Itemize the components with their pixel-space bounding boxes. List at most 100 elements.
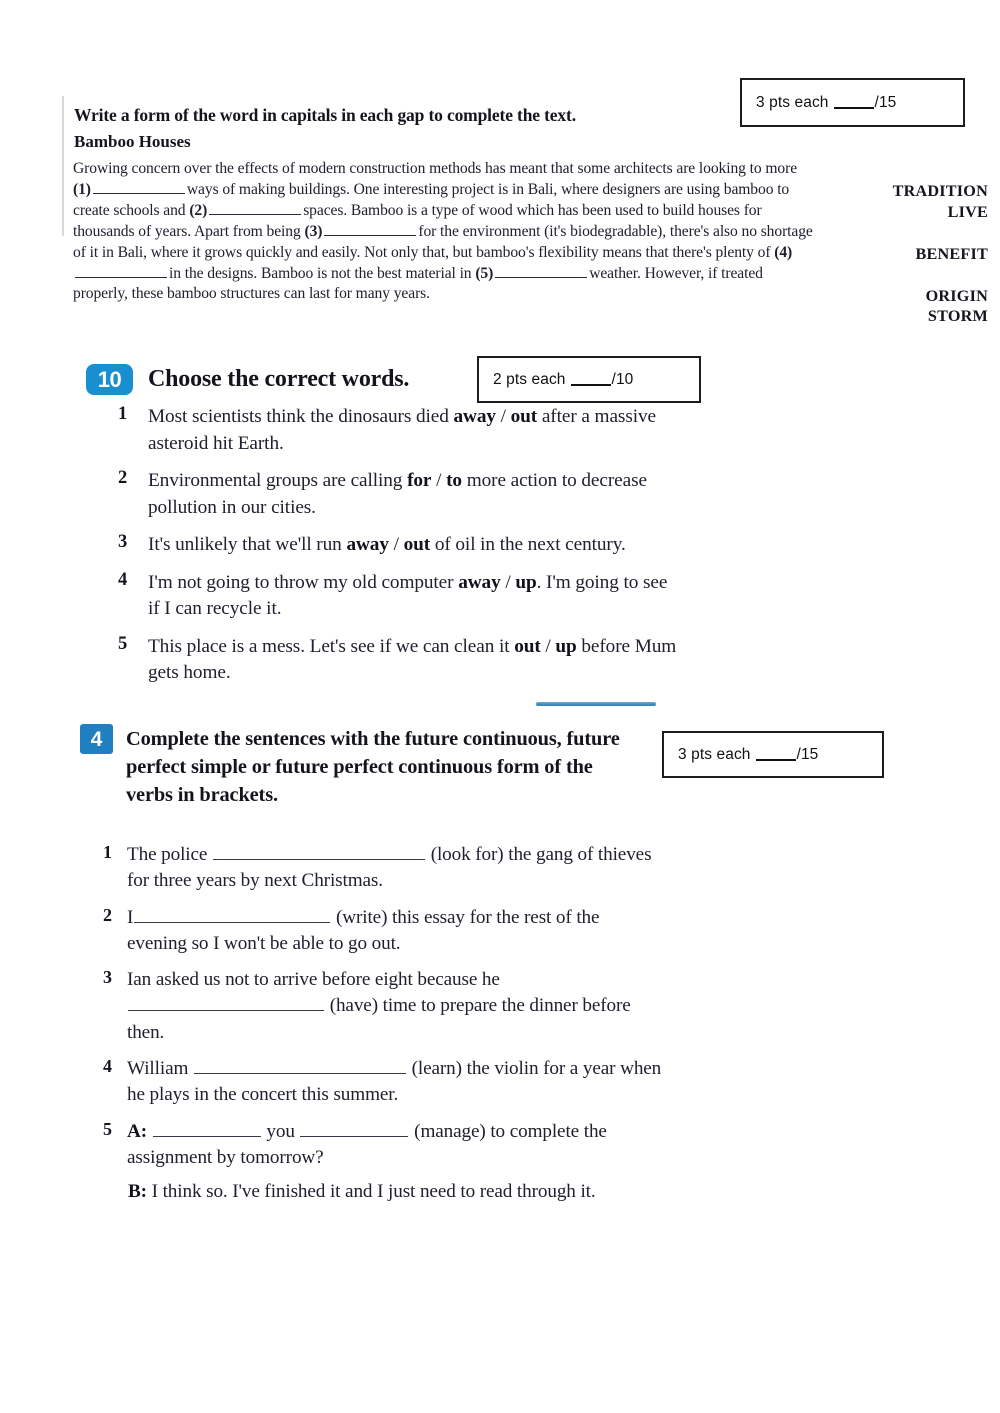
blue-divider-artifact <box>536 702 656 706</box>
question-number: 4 <box>103 1056 112 1077</box>
choice-separator: / <box>388 534 404 555</box>
question-text: Environmental groups are calling for / t… <box>148 468 678 521</box>
choice-option-a[interactable]: for <box>407 470 431 491</box>
question-text: Ian asked us not to arrive before eight … <box>127 967 663 1046</box>
answer-blank[interactable] <box>134 907 331 923</box>
choice-option-a[interactable]: away <box>453 406 496 427</box>
answer-blank[interactable] <box>213 844 425 860</box>
word-formation-instruction: Write a form of the word in capitals in … <box>74 105 576 125</box>
answer-blank-2[interactable] <box>300 1121 409 1137</box>
score-blank[interactable] <box>833 96 874 109</box>
question-pre: Environmental groups are calling <box>148 470 408 491</box>
speaker-label-a: A: <box>127 1120 148 1142</box>
question-pre: I'm not going to throw my old computer <box>148 571 459 593</box>
question-number: 5 <box>103 1118 112 1139</box>
question-number: 3 <box>118 532 128 552</box>
word-formation-passage: Growing concern over the effects of mode… <box>73 159 818 305</box>
question-number: 3 <box>103 967 112 988</box>
cue-word-4: ORIGIN <box>925 286 988 305</box>
question-pre: Ian asked us not to arrive before eight … <box>127 969 500 991</box>
passage-part-5: in the designs. Bamboo is not the best m… <box>169 264 472 282</box>
gap-number-1: (1) <box>73 180 91 198</box>
choice-option-a[interactable]: away <box>346 534 389 555</box>
score-box-total: /10 <box>611 370 634 388</box>
score-box-word-formation: 3 pts each /15 <box>740 78 965 127</box>
list-item: 2 Environmental groups are calling for /… <box>118 468 678 521</box>
choice-option-b[interactable]: out <box>404 534 431 555</box>
exercise-4-question-list: 1 The police (look for) the gang of thie… <box>103 842 663 1216</box>
gap-number-4: (4) <box>774 243 793 261</box>
question-text: I (write) this essay for the rest of the… <box>127 905 663 958</box>
score-blank[interactable] <box>570 373 611 386</box>
question-post: of oil in the next century. <box>430 534 626 555</box>
gap-blank-3[interactable] <box>324 224 417 236</box>
reply-text: I think so. I've finished it and I just … <box>146 1181 596 1203</box>
dialogue-reply: B: I think so. I've finished it and I ju… <box>127 1179 663 1205</box>
verb-cue: (have) <box>329 995 378 1017</box>
gap-blank-5[interactable] <box>495 265 588 278</box>
gap-blank-2[interactable] <box>209 203 302 215</box>
list-item: 5 A: you (manage) to complete the assign… <box>103 1119 663 1206</box>
answer-blank[interactable] <box>193 1058 406 1075</box>
list-item: 3 Ian asked us not to arrive before eigh… <box>103 967 663 1046</box>
choice-separator: / <box>495 406 511 427</box>
question-text: Most scientists think the dinosaurs died… <box>148 404 678 457</box>
score-box-prefix: 3 pts each <box>756 93 829 111</box>
score-blank[interactable] <box>755 748 796 761</box>
cue-word-3: BENEFIT <box>915 244 988 263</box>
question-pre: Most scientists think the dinosaurs died <box>148 406 454 427</box>
choice-option-b[interactable]: up <box>515 572 536 593</box>
list-item: 5 This place is a mess. Let's see if we … <box>118 634 678 687</box>
question-number: 1 <box>103 842 112 862</box>
gap-blank-1[interactable] <box>92 182 185 194</box>
exercise-4-heading: Complete the sentences with the future c… <box>126 728 620 806</box>
question-pre: It's unlikely that we'll run <box>148 534 347 555</box>
verb-cue: (look for) <box>430 844 504 865</box>
question-number: 2 <box>103 904 112 925</box>
gap-number-5: (5) <box>475 264 494 282</box>
question-number: 2 <box>118 468 128 488</box>
choice-option-b[interactable]: up <box>555 636 576 657</box>
list-item: 1 Most scientists think the dinosaurs di… <box>118 404 678 457</box>
score-box-exercise-4: 3 pts each /15 <box>662 731 884 778</box>
question-number: 1 <box>118 404 128 424</box>
question-number: 4 <box>118 569 128 590</box>
choice-option-b[interactable]: to <box>446 470 462 491</box>
question-text: It's unlikely that we'll run away / out … <box>148 532 626 559</box>
question-pre: William <box>127 1058 193 1080</box>
gap-number-3: (3) <box>304 222 323 240</box>
exercise-10-heading: Choose the correct words. <box>148 366 410 392</box>
cue-word-1: TRADITION <box>892 182 988 200</box>
cue-word-5: STORM <box>927 307 988 326</box>
passage-part-1: Growing concern over the effects of mode… <box>73 160 798 177</box>
list-item: 1 The police (look for) the gang of thie… <box>103 842 663 895</box>
answer-blank[interactable] <box>128 996 324 1012</box>
cue-word-2: LIVE <box>947 202 988 221</box>
word-formation-title: Bamboo Houses <box>74 132 191 151</box>
speaker-label-b: B: <box>128 1181 147 1203</box>
choice-option-a[interactable]: away <box>458 572 501 593</box>
question-pre: This place is a mess. Let's see if we ca… <box>148 635 515 657</box>
choice-option-b[interactable]: out <box>511 406 538 427</box>
question-text: A: you (manage) to complete the assignme… <box>127 1119 663 1206</box>
score-box-prefix: 3 pts each <box>678 745 751 763</box>
score-box-total: /15 <box>874 93 897 111</box>
list-item: 2 I (write) this essay for the rest of t… <box>103 905 663 958</box>
question-number: 5 <box>118 633 128 654</box>
gap-blank-4[interactable] <box>75 265 167 278</box>
score-box-total: /15 <box>796 745 819 763</box>
question-text: This place is a mess. Let's see if we ca… <box>148 634 678 687</box>
gap-number-2: (2) <box>189 201 208 219</box>
choice-option-a[interactable]: out <box>514 636 541 657</box>
list-item: 4 William (learn) the violin for a year … <box>103 1056 663 1109</box>
verb-cue: (write) <box>335 906 388 928</box>
answer-blank-1[interactable] <box>152 1121 261 1137</box>
question-pre: I <box>127 906 134 928</box>
question-text: William (learn) the violin for a year wh… <box>127 1056 663 1109</box>
left-margin-rule <box>62 96 64 236</box>
question-mid: you <box>261 1120 300 1142</box>
question-text: The police (look for) the gang of thieve… <box>127 842 663 895</box>
choice-separator: / <box>540 635 556 657</box>
score-box-exercise-10: 2 pts each /10 <box>477 356 701 403</box>
word-formation-cue-column: TRADITION LIVE BENEFIT ORIGIN STORM <box>820 181 988 327</box>
